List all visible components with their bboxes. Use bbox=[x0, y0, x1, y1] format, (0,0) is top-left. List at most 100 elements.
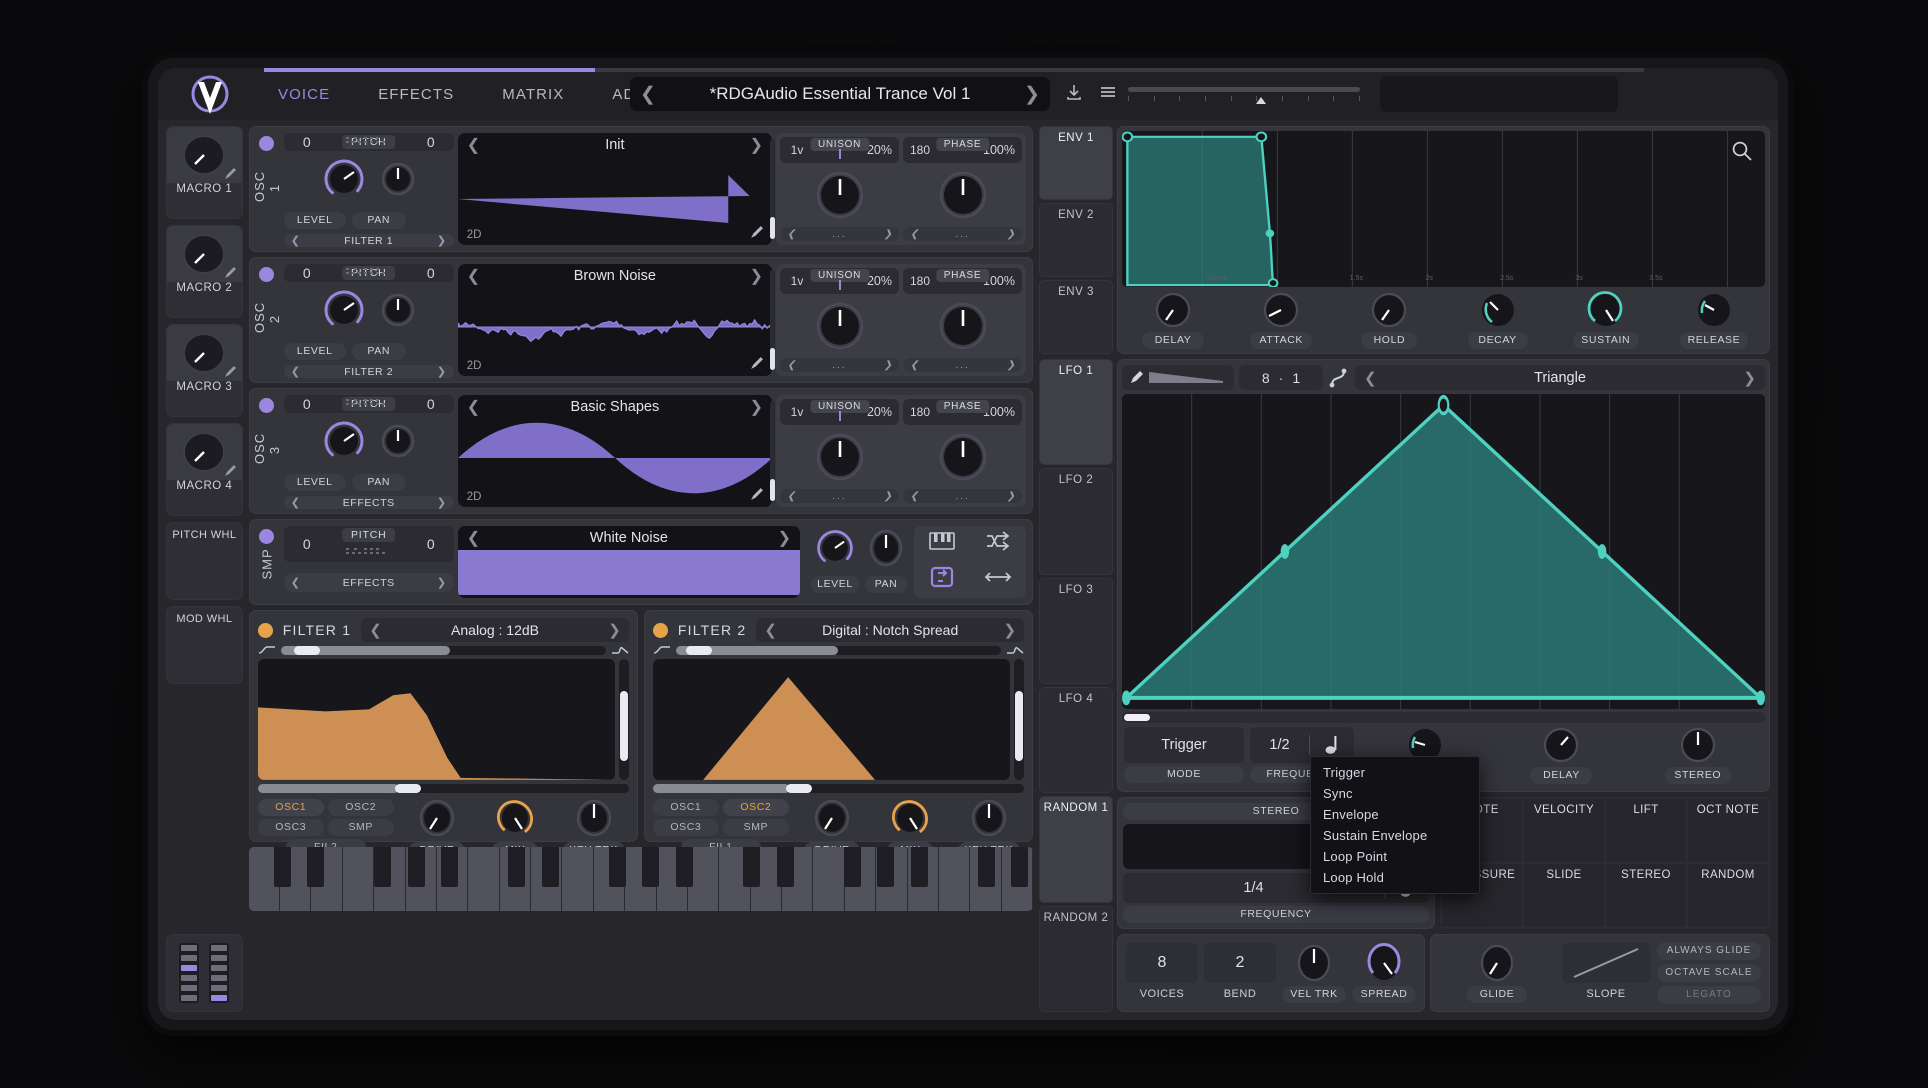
osc-3-wave-prev-icon[interactable]: ❮ bbox=[467, 397, 480, 417]
mod-source-oct-note[interactable]: OCT NOTE bbox=[1687, 798, 1769, 863]
filter-1-cutoff-slider[interactable] bbox=[258, 644, 629, 656]
filter-2-resonance-vslider[interactable] bbox=[1014, 659, 1024, 780]
filter-1-enable-toggle[interactable] bbox=[258, 623, 273, 638]
osc-3-phase-header[interactable]: 180 PHASE 100% bbox=[903, 399, 1022, 425]
osc-2-pitch-row[interactable]: 0 PITCH 0 bbox=[284, 264, 454, 282]
piano-black-key[interactable] bbox=[609, 847, 626, 887]
osc-1-routing[interactable]: ❮ FILTER 1 ❯ bbox=[284, 234, 454, 247]
osc-1-phase-menu[interactable]: ❮ ... ❯ bbox=[903, 227, 1022, 241]
lfo-scrollbar[interactable] bbox=[1122, 712, 1765, 723]
osc-3-phase-knob[interactable] bbox=[903, 429, 1022, 485]
preset-prev-icon[interactable]: ❮ bbox=[630, 83, 666, 106]
piano-white-key[interactable] bbox=[468, 847, 499, 911]
osc-1-unison-menu-next-icon[interactable]: ❯ bbox=[884, 229, 892, 240]
sampler-pitch-coarse[interactable]: 0 bbox=[284, 536, 330, 552]
osc-2-unison-knob[interactable] bbox=[780, 298, 899, 354]
random-icon[interactable] bbox=[985, 531, 1011, 556]
osc-3-wave-next-icon[interactable]: ❯ bbox=[750, 397, 763, 417]
env-hold[interactable]: HOLD bbox=[1338, 291, 1440, 349]
osc-2-enable-toggle[interactable] bbox=[259, 267, 274, 282]
macro-2-pencil-icon[interactable] bbox=[223, 266, 237, 280]
lfo-shape-next-icon[interactable]: ❯ bbox=[1743, 369, 1756, 387]
tab-lfo-4[interactable]: LFO 4 bbox=[1039, 687, 1113, 793]
osc-3-unison-menu-prev-icon[interactable]: ❮ bbox=[787, 491, 795, 502]
env-release[interactable]: RELEASE bbox=[1663, 291, 1765, 349]
osc-2-view-mode[interactable]: 2D bbox=[467, 360, 482, 372]
osc-1-unison-voices[interactable]: 1v bbox=[780, 143, 814, 157]
slope-graph[interactable] bbox=[1562, 943, 1650, 983]
vel-trk-knob[interactable]: VEL TRK bbox=[1282, 943, 1346, 1003]
lfo-shape-prev-icon[interactable]: ❮ bbox=[1364, 369, 1377, 387]
macro-4[interactable]: MACRO 4 bbox=[166, 423, 243, 516]
piano-black-key[interactable] bbox=[274, 847, 291, 887]
macro-3[interactable]: MACRO 3 bbox=[166, 324, 243, 417]
osc-1-enable-toggle[interactable] bbox=[259, 136, 274, 151]
dropdown-item-trigger[interactable]: Trigger bbox=[1311, 762, 1479, 783]
lfo-freq-value[interactable]: 1/2 bbox=[1250, 737, 1309, 753]
hamburger-menu-icon[interactable] bbox=[1098, 82, 1118, 102]
osc-3-unison-menu[interactable]: ❮ ... ❯ bbox=[780, 489, 899, 503]
filter-1-src-osc2[interactable]: OSC2 bbox=[328, 799, 394, 816]
osc-1-unison-knob[interactable] bbox=[780, 167, 899, 223]
tab-env-2[interactable]: ENV 2 bbox=[1039, 203, 1113, 277]
lfo-grid-right[interactable]: 1 bbox=[1292, 370, 1300, 386]
bounce-icon[interactable] bbox=[984, 569, 1012, 590]
osc-2-routing[interactable]: ❮ FILTER 2 ❯ bbox=[284, 365, 454, 378]
macro-1-knob[interactable] bbox=[181, 133, 227, 182]
lfo-delay[interactable]: DELAY bbox=[1496, 726, 1626, 784]
osc-3-unison-header[interactable]: 1v UNISON 20% bbox=[780, 399, 899, 425]
filter-1-src-osc1[interactable]: OSC1 bbox=[258, 799, 324, 816]
osc-2-phase-knob[interactable] bbox=[903, 298, 1022, 354]
osc-3-phase-deg[interactable]: 180 bbox=[903, 405, 937, 419]
piano-white-key[interactable] bbox=[813, 847, 844, 911]
osc-1-edit-pencil-icon[interactable] bbox=[749, 225, 764, 240]
mod-wheel-strip[interactable] bbox=[209, 943, 229, 1003]
quarter-note-icon[interactable] bbox=[1310, 735, 1354, 755]
filter-2-src-osc3[interactable]: OSC3 bbox=[653, 819, 719, 836]
osc-1-level-knob[interactable] bbox=[321, 156, 367, 207]
piano-black-key[interactable] bbox=[441, 847, 458, 887]
osc-1-scroll[interactable] bbox=[770, 139, 775, 239]
pitch-wheel-source[interactable]: PITCH WHL bbox=[166, 522, 243, 600]
piano-white-key[interactable] bbox=[343, 847, 374, 911]
filter-1-bottom-slider[interactable] bbox=[258, 784, 629, 793]
dropdown-item-loop-point[interactable]: Loop Point bbox=[1311, 846, 1479, 867]
osc-3-pitch-fine[interactable]: 0 bbox=[408, 396, 454, 412]
tab-lfo-2[interactable]: LFO 2 bbox=[1039, 468, 1113, 574]
osc-3-wavetable-display[interactable]: ❮ Basic Shapes ❯ 2D bbox=[458, 395, 772, 507]
osc-3-pan-knob[interactable] bbox=[379, 422, 417, 465]
loop-icon[interactable] bbox=[929, 565, 955, 594]
slider-thumb[interactable] bbox=[1256, 97, 1266, 104]
osc-1-phase-header[interactable]: 180 PHASE 100% bbox=[903, 137, 1022, 163]
piano-black-key[interactable] bbox=[877, 847, 894, 887]
filter-1-model-selector[interactable]: ❮ Analog : 12dB ❯ bbox=[361, 618, 629, 642]
tab-env-3[interactable]: ENV 3 bbox=[1039, 280, 1113, 354]
sampler-pitch-fine[interactable]: 0 bbox=[408, 536, 454, 552]
osc-2-unison-menu-next-icon[interactable]: ❯ bbox=[884, 360, 892, 371]
osc-2-wavetable-display[interactable]: ❮ Brown Noise ❯ 2D bbox=[458, 264, 772, 376]
lfo-mode-value[interactable]: Trigger bbox=[1124, 727, 1244, 763]
piano-black-key[interactable] bbox=[307, 847, 324, 887]
osc-1-wave-next-icon[interactable]: ❯ bbox=[750, 135, 763, 155]
mod-source-random[interactable]: RANDOM bbox=[1687, 863, 1769, 928]
osc-1-view-mode[interactable]: 2D bbox=[467, 229, 482, 241]
env-decay[interactable]: DECAY bbox=[1447, 291, 1549, 349]
sampler-pitch-row[interactable]: 0 PITCH 0 bbox=[284, 526, 454, 562]
osc-1-wavetable-display[interactable]: ❮ Init ❯ 2D bbox=[458, 133, 772, 245]
tab-random-2[interactable]: RANDOM 2 bbox=[1039, 906, 1113, 1012]
performance-wheels[interactable] bbox=[166, 934, 243, 1012]
filter-1-response-graph[interactable] bbox=[258, 659, 615, 780]
osc-2-wave-selector[interactable]: ❮ Brown Noise ❯ bbox=[458, 264, 772, 288]
macro-3-knob[interactable] bbox=[181, 331, 227, 380]
osc-1-pitch-fine[interactable]: 0 bbox=[408, 134, 454, 150]
mod-source-stereo[interactable]: STEREO bbox=[1605, 863, 1687, 928]
filter-1-resonance-vslider[interactable] bbox=[619, 659, 629, 780]
osc-2-wave-next-icon[interactable]: ❯ bbox=[750, 266, 763, 286]
osc-1-pitch-row[interactable]: 0 PITCH 0 bbox=[284, 133, 454, 151]
filter-2-enable-toggle[interactable] bbox=[653, 623, 668, 638]
piano-black-key[interactable] bbox=[408, 847, 425, 887]
piano-black-key[interactable] bbox=[743, 847, 760, 887]
osc-1-pan-knob[interactable] bbox=[379, 160, 417, 203]
env-delay[interactable]: DELAY bbox=[1122, 291, 1224, 349]
piano-black-key[interactable] bbox=[374, 847, 391, 887]
